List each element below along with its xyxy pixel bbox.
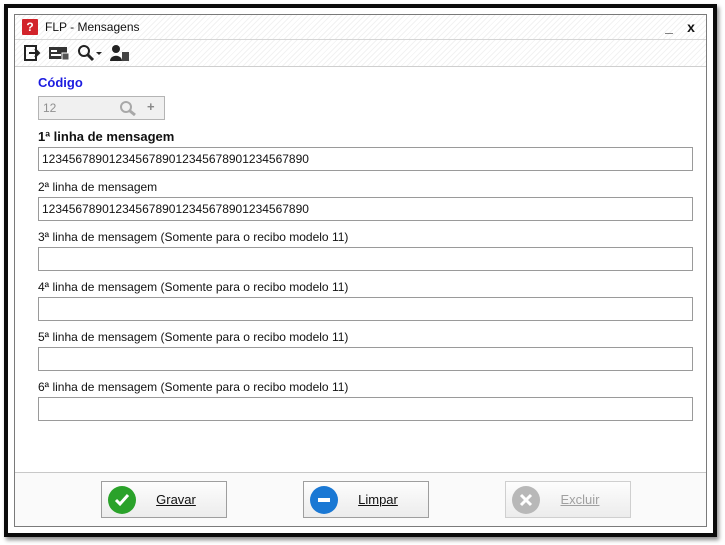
delete-button[interactable]: Excluir bbox=[505, 481, 631, 518]
check-icon bbox=[108, 485, 136, 514]
delete-button-label: Excluir bbox=[560, 492, 600, 507]
screenshot-frame: ? FLP - Mensagens _ x Código 12 + 1ª lin… bbox=[4, 4, 717, 537]
line3-input[interactable] bbox=[38, 247, 693, 271]
line5-label: 5ª linha de mensagem (Somente para o rec… bbox=[38, 330, 349, 344]
line6-label: 6ª linha de mensagem (Somente para o rec… bbox=[38, 380, 349, 394]
exit-icon[interactable] bbox=[23, 44, 41, 62]
code-value: 12 bbox=[43, 101, 57, 115]
flp-logo-icon: ? bbox=[22, 19, 38, 35]
save-button-label: Gravar bbox=[156, 492, 196, 507]
form-area: Código 12 + 1ª linha de mensagem 1234567… bbox=[15, 68, 706, 472]
line3-label: 3ª linha de mensagem (Somente para o rec… bbox=[38, 230, 349, 244]
id-card-icon[interactable] bbox=[48, 44, 70, 62]
x-icon bbox=[512, 485, 540, 514]
line1-input[interactable]: 1234567890123456789012345678901234567890 bbox=[38, 147, 693, 171]
code-field: 12 + bbox=[38, 96, 165, 120]
clear-button-label: Limpar bbox=[358, 492, 398, 507]
window-title: FLP - Mensagens bbox=[45, 20, 140, 34]
minus-icon bbox=[310, 485, 338, 514]
search-dropdown-icon[interactable] bbox=[77, 44, 103, 62]
line1-label: 1ª linha de mensagem bbox=[38, 129, 175, 144]
search-icon bbox=[119, 100, 137, 119]
line2-label: 2ª linha de mensagem bbox=[38, 180, 158, 194]
button-bar: Gravar Limpar Excluir bbox=[15, 472, 706, 526]
dialog-window: ? FLP - Mensagens _ x Código 12 + 1ª lin… bbox=[14, 14, 707, 527]
user-icon[interactable] bbox=[110, 44, 130, 62]
line4-label: 4ª linha de mensagem (Somente para o rec… bbox=[38, 280, 349, 294]
close-button[interactable]: x bbox=[680, 17, 702, 37]
title-bar[interactable]: ? FLP - Mensagens _ x bbox=[15, 15, 706, 40]
line2-input[interactable]: 1234567890123456789012345678901234567890 bbox=[38, 197, 693, 221]
line5-input[interactable] bbox=[38, 347, 693, 371]
save-button[interactable]: Gravar bbox=[101, 481, 227, 518]
clear-button[interactable]: Limpar bbox=[303, 481, 429, 518]
plus-icon: + bbox=[147, 99, 155, 114]
code-label: Código bbox=[38, 75, 83, 90]
toolbar bbox=[15, 40, 706, 67]
line6-input[interactable] bbox=[38, 397, 693, 421]
minimize-button[interactable]: _ bbox=[658, 17, 680, 37]
line4-input[interactable] bbox=[38, 297, 693, 321]
